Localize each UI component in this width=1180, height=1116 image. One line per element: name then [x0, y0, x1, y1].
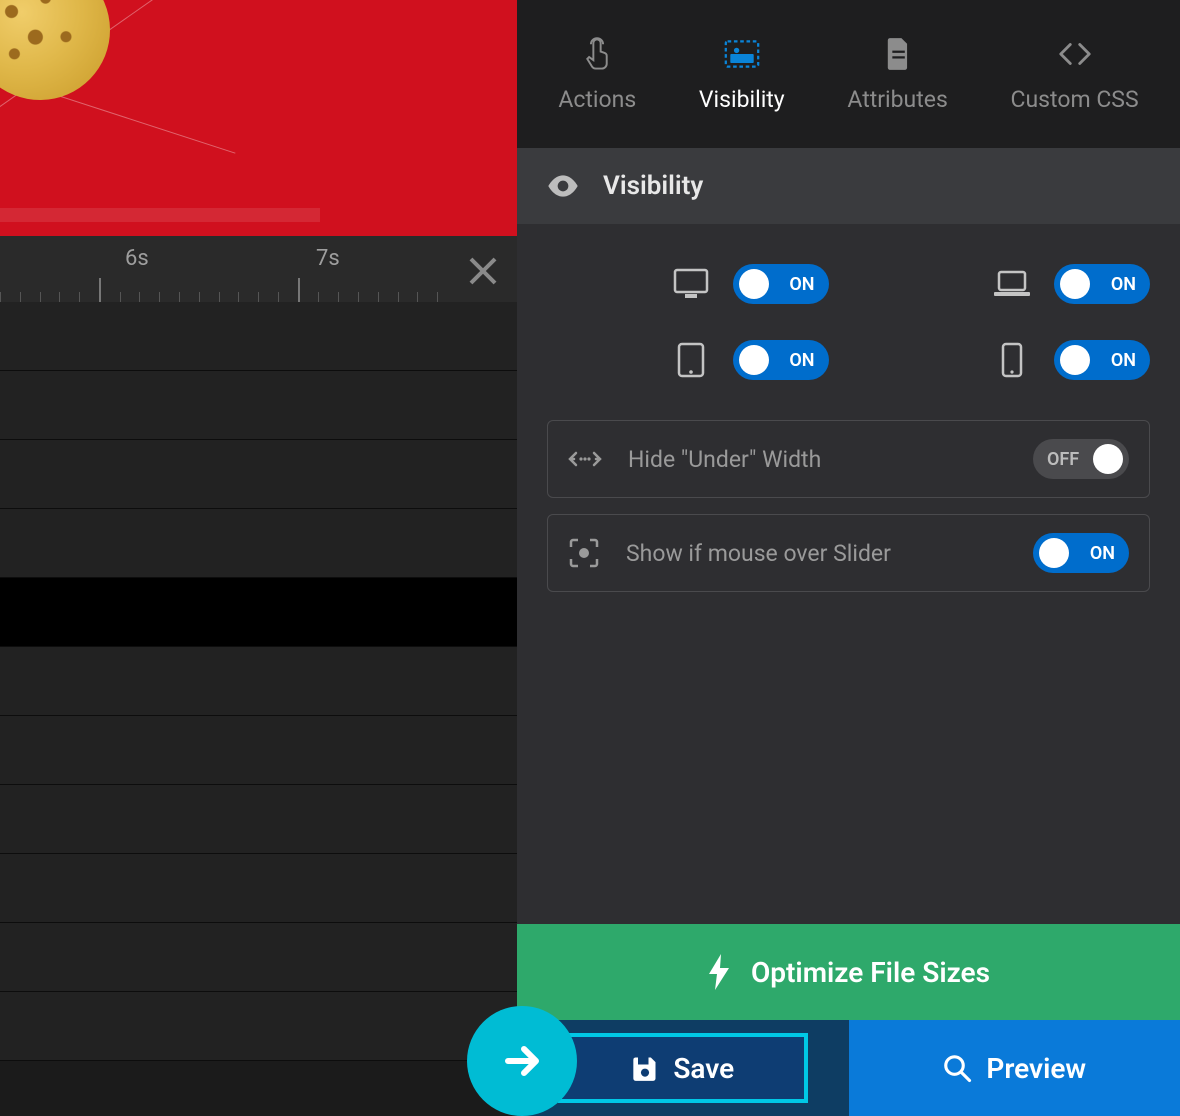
toggle-knob [739, 269, 769, 299]
editor-canvas-panel: 6s 7s [0, 0, 517, 1116]
toggle-label: ON [1090, 543, 1115, 564]
next-step-button[interactable] [467, 1006, 577, 1116]
tab-actions[interactable]: Actions [558, 36, 636, 113]
tab-label: Custom CSS [1011, 86, 1139, 113]
layer-row-selected[interactable] [0, 578, 517, 647]
tab-visibility[interactable]: Visibility [699, 36, 785, 113]
preview-label: Preview [986, 1052, 1086, 1085]
layer-row[interactable] [0, 440, 517, 509]
timeline-ruler[interactable]: 6s 7s [0, 236, 517, 302]
layer-row[interactable] [0, 785, 517, 854]
toggle-label: ON [1111, 350, 1136, 371]
visibility-frame-icon [724, 36, 760, 72]
layer-row[interactable] [0, 716, 517, 785]
toggle-knob [1039, 538, 1069, 568]
toggle-hide-under-width[interactable]: OFF [1033, 439, 1129, 479]
device-desktop-row: ON [547, 264, 829, 304]
desktop-icon [671, 264, 711, 304]
save-icon [631, 1054, 659, 1082]
focus-icon [568, 537, 600, 569]
tab-label: Actions [558, 86, 636, 113]
close-timeline-button[interactable] [465, 254, 499, 288]
device-mobile-row: ON [869, 340, 1151, 380]
preview-button[interactable]: Preview [849, 1020, 1180, 1116]
slide-image-cookie [0, 0, 123, 113]
code-icon [1057, 36, 1093, 72]
toggle-knob [1060, 269, 1090, 299]
tab-label: Visibility [699, 86, 785, 113]
mobile-icon [992, 340, 1032, 380]
layer-row[interactable] [0, 854, 517, 923]
tab-attributes[interactable]: Attributes [847, 36, 947, 113]
toggle-laptop[interactable]: ON [1054, 264, 1150, 304]
option-label: Show if mouse over Slider [626, 540, 1007, 567]
document-icon [880, 36, 916, 72]
eye-icon [547, 175, 579, 197]
layer-row[interactable] [0, 992, 517, 1061]
toggle-knob [739, 345, 769, 375]
tab-label: Attributes [847, 86, 947, 113]
layer-row[interactable] [0, 923, 517, 992]
section-header-visibility: Visibility [517, 148, 1180, 224]
toggle-desktop[interactable]: ON [733, 264, 829, 304]
timeline-layers [0, 302, 517, 1116]
toggle-label: ON [789, 274, 814, 295]
section-title: Visibility [603, 171, 703, 201]
timeline-mark-7s: 7s [316, 246, 340, 271]
optimize-label: Optimize File Sizes [751, 956, 990, 989]
toggle-label: ON [1111, 274, 1136, 295]
footer-buttons: Save Preview [517, 1020, 1180, 1116]
width-icon [568, 449, 602, 469]
timeline-ticks [0, 278, 457, 302]
slide-preview[interactable] [0, 0, 517, 236]
toggle-knob [1060, 345, 1090, 375]
panel-tabs: Actions Visibility Attributes Custom CSS [517, 0, 1180, 148]
visibility-content: ON ON ON [517, 224, 1180, 924]
laptop-icon [992, 264, 1032, 304]
option-show-mouse-over: Show if mouse over Slider ON [547, 514, 1150, 592]
toggle-mobile[interactable]: ON [1054, 340, 1150, 380]
timeline-mark-6s: 6s [125, 246, 149, 271]
option-hide-under-width: Hide "Under" Width OFF [547, 420, 1150, 498]
layer-row[interactable] [0, 647, 517, 716]
layer-row[interactable] [0, 302, 517, 371]
option-label: Hide "Under" Width [628, 446, 1007, 473]
properties-panel: Actions Visibility Attributes Custom CSS [517, 0, 1180, 1116]
touch-icon [579, 36, 615, 72]
slide-highlight-bar [0, 208, 320, 222]
tablet-icon [671, 340, 711, 380]
toggle-tablet[interactable]: ON [733, 340, 829, 380]
device-visibility-grid: ON ON ON [547, 264, 1150, 380]
toggle-show-mouse-over[interactable]: ON [1033, 533, 1129, 573]
device-tablet-row: ON [547, 340, 829, 380]
bolt-icon [707, 954, 731, 990]
layer-row[interactable] [0, 371, 517, 440]
optimize-file-sizes-button[interactable]: Optimize File Sizes [517, 924, 1180, 1020]
tab-custom-css[interactable]: Custom CSS [1011, 36, 1139, 113]
device-laptop-row: ON [869, 264, 1151, 304]
toggle-knob [1093, 444, 1123, 474]
layer-row[interactable] [0, 509, 517, 578]
arrow-right-icon [498, 1037, 546, 1085]
save-label: Save [673, 1052, 734, 1085]
toggle-label: ON [789, 350, 814, 371]
save-button-highlight: Save [558, 1033, 808, 1103]
search-icon [942, 1053, 972, 1083]
toggle-label: OFF [1047, 449, 1079, 470]
